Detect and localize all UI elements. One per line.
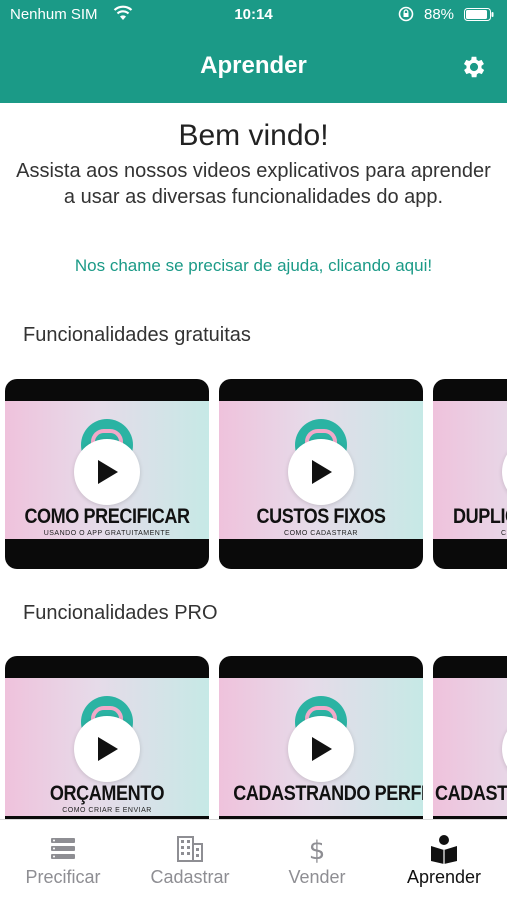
play-button[interactable] bbox=[502, 439, 507, 505]
video-thumbnail: CUSTOS FIXOS COMO CADASTRAR bbox=[219, 401, 423, 539]
video-subtitle: COMO CRIAR E ENVIAR bbox=[62, 807, 152, 814]
welcome-description: Assista aos nossos videos explicativos p… bbox=[16, 160, 491, 208]
video-subtitle: USANDO O APP GRATUITAMENTE bbox=[43, 530, 171, 537]
battery-percent: 88% bbox=[424, 6, 455, 23]
tab-label: Cadastrar bbox=[150, 867, 230, 887]
video-card[interactable]: ORÇAMENTO COMO CRIAR E ENVIAR bbox=[5, 656, 209, 846]
video-carousel-free[interactable]: COMO PRECIFICAR USANDO O APP GRATUITAMEN… bbox=[0, 379, 507, 569]
video-card[interactable]: CUSTOS FIXOS COMO CADASTRAR bbox=[219, 379, 423, 569]
gear-icon[interactable] bbox=[460, 53, 488, 81]
video-thumbnail: COMO PRECIFICAR USANDO O APP GRATUITAMEN… bbox=[5, 401, 209, 539]
orientation-lock-icon bbox=[398, 6, 414, 22]
video-card[interactable]: CADASTRANDO PERFIL bbox=[219, 656, 423, 846]
video-thumbnail: DUPLIC C bbox=[433, 401, 507, 539]
battery-icon bbox=[464, 8, 494, 21]
play-button[interactable] bbox=[74, 716, 140, 782]
play-button[interactable] bbox=[288, 439, 354, 505]
video-title: CADASTR bbox=[435, 782, 507, 805]
tab-aprender[interactable]: Aprender bbox=[381, 820, 507, 901]
video-thumbnail: CADASTRANDO PERFIL bbox=[219, 678, 423, 816]
video-thumbnail: CADASTR bbox=[433, 678, 507, 816]
video-title: CUSTOS FIXOS bbox=[256, 505, 386, 528]
video-title: CADASTRANDO PERFIL bbox=[233, 782, 423, 805]
play-icon bbox=[98, 460, 118, 484]
video-title: ORÇAMENTO bbox=[49, 782, 165, 805]
video-carousel-pro[interactable]: ORÇAMENTO COMO CRIAR E ENVIAR CADASTRAND… bbox=[0, 656, 507, 846]
play-icon bbox=[312, 737, 332, 761]
section-title-free: Funcionalidades gratuitas bbox=[23, 324, 251, 346]
book-reader-icon bbox=[431, 835, 457, 864]
play-button[interactable] bbox=[502, 716, 507, 782]
tab-label: Precificar bbox=[25, 867, 101, 887]
tab-cadastrar[interactable]: Cadastrar bbox=[127, 820, 253, 901]
video-subtitle: C bbox=[501, 530, 507, 537]
help-link[interactable]: Nos chame se precisar de ajuda, clicando… bbox=[0, 256, 507, 276]
tab-precificar[interactable]: Precificar bbox=[0, 820, 126, 901]
tab-bar: Precificar Cadastrar $ Vender Aprender bbox=[0, 819, 507, 901]
video-card[interactable]: CADASTR bbox=[433, 656, 507, 846]
tab-vender[interactable]: $ Vender bbox=[254, 820, 380, 901]
list-icon bbox=[51, 838, 75, 859]
video-thumbnail: ORÇAMENTO COMO CRIAR E ENVIAR bbox=[5, 678, 209, 816]
section-title-pro: Funcionalidades PRO bbox=[23, 602, 218, 624]
play-icon bbox=[98, 737, 118, 761]
video-title: DUPLIC bbox=[453, 505, 507, 528]
welcome-title: Bem vindo! bbox=[178, 119, 329, 152]
video-card[interactable]: COMO PRECIFICAR USANDO O APP GRATUITAMEN… bbox=[5, 379, 209, 569]
play-icon bbox=[312, 460, 332, 484]
play-button[interactable] bbox=[288, 716, 354, 782]
video-title: COMO PRECIFICAR bbox=[24, 505, 190, 528]
tab-label: Aprender bbox=[406, 867, 482, 887]
page-title: Aprender bbox=[200, 52, 307, 79]
video-subtitle: COMO CADASTRAR bbox=[284, 530, 358, 537]
tab-label: Vender bbox=[288, 867, 346, 887]
svg-text:$: $ bbox=[309, 836, 326, 864]
video-card[interactable]: DUPLIC C bbox=[433, 379, 507, 569]
dollar-icon: $ bbox=[309, 836, 326, 864]
status-bar: Nenhum SIM 10:14 88% bbox=[0, 0, 507, 30]
play-button[interactable] bbox=[74, 439, 140, 505]
building-icon bbox=[177, 836, 203, 862]
app-header: Nenhum SIM 10:14 88% Aprender bbox=[0, 0, 507, 103]
